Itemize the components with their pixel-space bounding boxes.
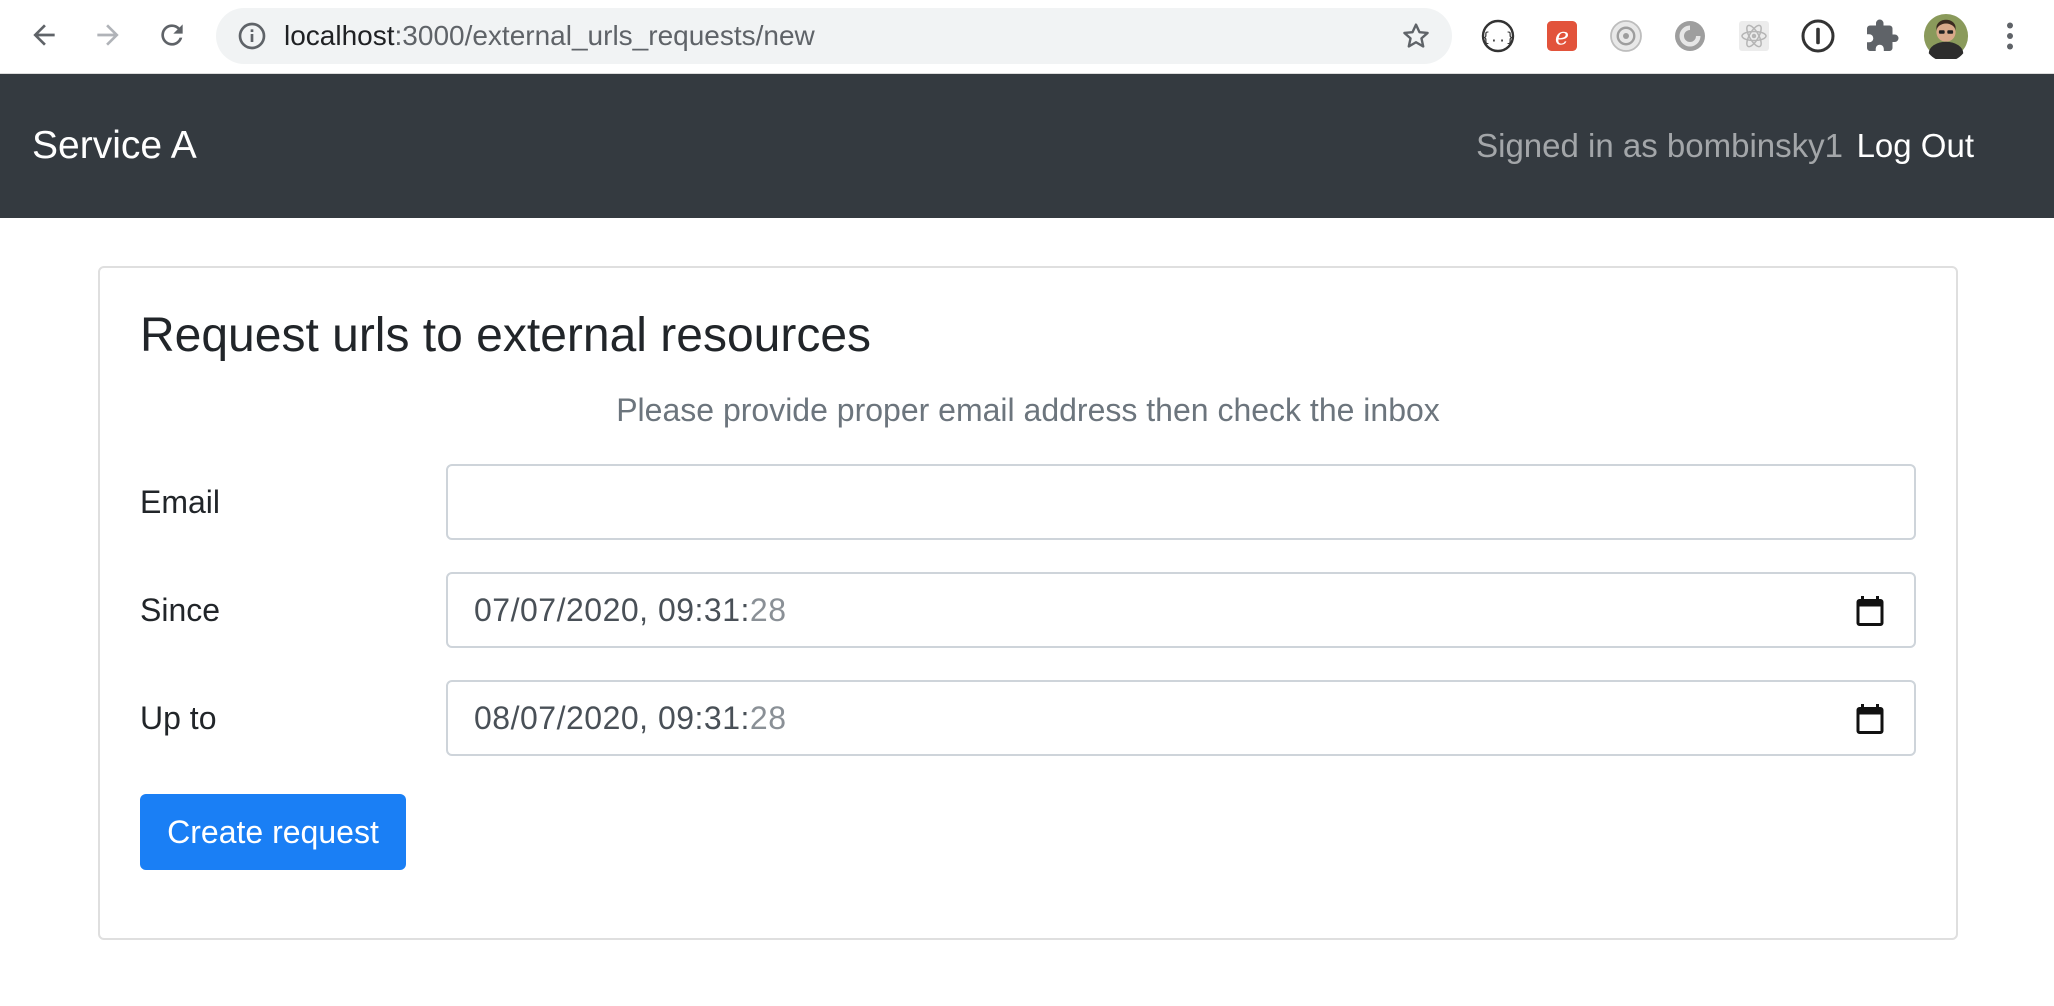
reload-button[interactable] — [150, 13, 194, 57]
up-to-datetime-input[interactable]: 08/07/2020, 09:31:28 — [446, 680, 1916, 756]
up-to-value: 08/07/2020, 09:31:28 — [474, 682, 787, 754]
address-bar[interactable]: localhost:3000/external_urls_requests/ne… — [216, 8, 1452, 64]
email-field[interactable] — [446, 464, 1916, 540]
url-host: localhost — [284, 20, 395, 51]
1password-extension[interactable] — [1798, 16, 1838, 56]
extensions-button[interactable] — [1862, 16, 1902, 56]
gear-swirl-icon — [1675, 21, 1705, 51]
json-viewer-extension[interactable]: {..} — [1478, 16, 1518, 56]
puzzle-icon — [1867, 19, 1899, 51]
url-path: :3000/external_urls_requests/new — [394, 20, 815, 51]
gear-swirl-extension[interactable] — [1670, 16, 1710, 56]
kebab-menu-icon — [2007, 22, 2013, 50]
avatar — [1923, 13, 1969, 59]
calendar-icon[interactable] — [1852, 701, 1888, 737]
react-devtools-extension[interactable] — [1734, 16, 1774, 56]
logout-link[interactable]: Log Out — [1857, 74, 1974, 218]
since-value: 07/07/2020, 09:31:28 — [474, 574, 787, 646]
forward-button[interactable] — [86, 13, 130, 57]
evernote-extension[interactable]: e — [1542, 16, 1582, 56]
info-icon[interactable] — [236, 20, 268, 52]
back-button[interactable] — [22, 13, 66, 57]
arrow-right-icon — [97, 24, 119, 46]
profile-button[interactable] — [1922, 12, 1970, 60]
arrow-left-icon — [33, 24, 55, 46]
svg-text:e: e — [1555, 22, 1569, 50]
json-viewer-icon: {..} — [1482, 19, 1515, 53]
signed-in-text: Signed in as bombinsky1 — [1476, 127, 1843, 164]
up-to-value-main: 08/07/2020, 09:31: — [474, 700, 750, 736]
browser-toolbar: localhost:3000/external_urls_requests/ne… — [0, 0, 2054, 74]
evernote-icon: e — [1547, 21, 1577, 51]
card-subtitle: Please provide proper email address then… — [616, 392, 1440, 428]
up-to-value-seconds: 28 — [749, 700, 787, 736]
brand-link[interactable]: Service A — [32, 74, 197, 218]
1password-icon — [1801, 19, 1835, 53]
url-text: localhost:3000/external_urls_requests/ne… — [284, 8, 815, 64]
card-title: Request urls to external resources — [140, 309, 872, 362]
create-request-button[interactable]: Create request — [140, 794, 406, 870]
browser-menu-button[interactable] — [1990, 16, 2030, 56]
star-icon[interactable] — [1400, 20, 1432, 52]
since-value-seconds: 28 — [749, 592, 787, 628]
react-devtools-icon — [1739, 21, 1769, 51]
since-value-main: 07/07/2020, 09:31: — [474, 592, 750, 628]
email-label: Email — [140, 484, 221, 520]
up-to-label: Up to — [140, 700, 217, 736]
calendar-icon[interactable] — [1852, 593, 1888, 629]
svg-text:{..}: {..} — [1482, 29, 1515, 45]
since-label: Since — [140, 592, 221, 628]
request-card: Request urls to external resources Pleas… — [98, 266, 1958, 940]
since-datetime-input[interactable]: 07/07/2020, 09:31:28 — [446, 572, 1916, 648]
app-navbar: Service A Signed in as bombinsky1 Log Ou… — [0, 74, 2054, 218]
camera-extension[interactable] — [1606, 16, 1646, 56]
reload-icon — [161, 24, 183, 46]
camera-icon — [1610, 20, 1642, 52]
